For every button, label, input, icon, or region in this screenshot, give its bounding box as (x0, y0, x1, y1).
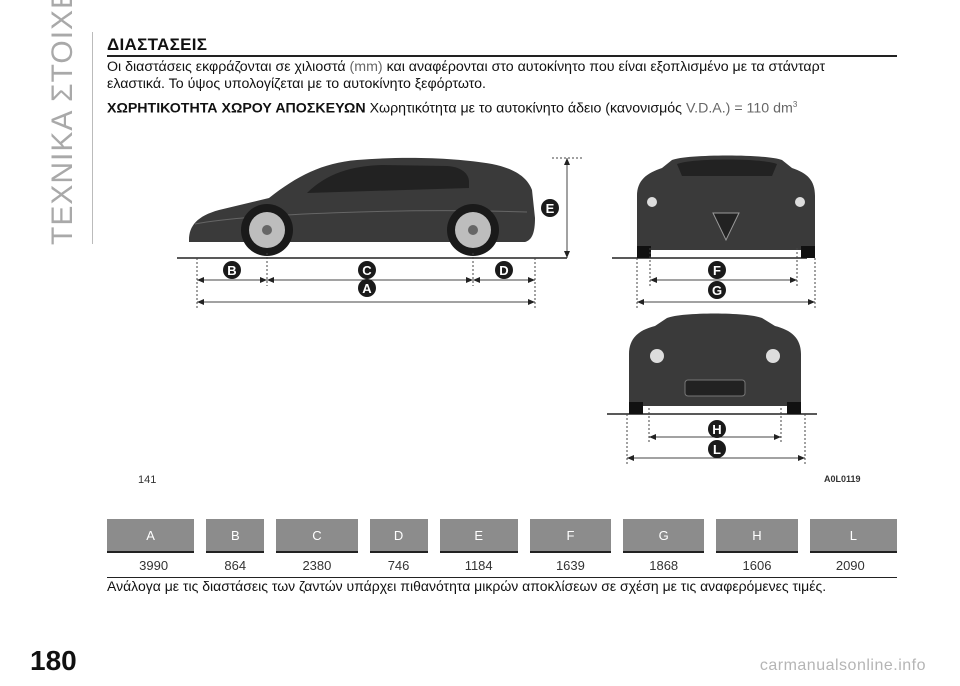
svg-text:F: F (713, 263, 721, 278)
footnote: Ανάλογα με τις διαστάσεις των ζαντών υπά… (107, 578, 827, 594)
col-header: C (264, 519, 370, 552)
col-header: H (704, 519, 810, 552)
table-cell: 864 (200, 551, 271, 578)
badge-L: L (708, 440, 726, 458)
badge-G: G (708, 281, 726, 299)
col-header: A (107, 519, 207, 552)
intro-text-1: Οι διαστάσεις εκφράζονται σε χιλιοστά (107, 59, 346, 75)
capacity-exponent: 3 (792, 100, 798, 109)
page-heading: ΔΙΑΣΤΑΣΕΙΣ (107, 35, 208, 54)
capacity-paragraph: ΧΩΡΗΤΙΚΟΤΗΤΑ ΧΩΡΟΥ ΑΠΟΣΚΕΥΩΝ Χωρητικότητ… (107, 96, 797, 118)
table-cell: 1868 (617, 551, 711, 578)
badge-B: B (223, 261, 241, 279)
dimensions-figure: A B C D E F G H L (177, 155, 817, 464)
table-cell: 1184 (433, 551, 524, 578)
badge-E: E (541, 199, 559, 217)
intro-unit: (mm) (349, 59, 383, 75)
badge-A: A (358, 279, 376, 297)
capacity-value: V.D.A.) = 110 dm (685, 100, 793, 117)
intro-line-2: ελαστικά. Το ύψος υπολογίζεται με το αυτ… (107, 76, 486, 92)
section-side-title: ΤΕΧΝΙΚΑ ΣΤΟΙΧΕΙΑ (46, 0, 79, 245)
table-cell: 1639 (523, 551, 618, 578)
intro-text-2: και αναφέρονται στο αυτοκίνητο που είναι… (386, 59, 826, 75)
col-header: L (797, 519, 897, 552)
col-header: B (194, 519, 277, 552)
side-divider (92, 32, 93, 244)
intro-paragraph: Οι διαστάσεις εκφράζονται σε χιλιοστά (m… (107, 59, 825, 76)
svg-text:C: C (362, 263, 372, 278)
figure-number: 141 (138, 474, 157, 486)
svg-text:L: L (713, 442, 721, 457)
table-cell: 2380 (270, 551, 364, 578)
car-rear-view (607, 313, 817, 415)
capacity-text: Χωρητικότητα με το αυτοκίνητο άδειο (καν… (369, 100, 683, 117)
page-number: 180 (30, 645, 77, 676)
svg-text:E: E (546, 201, 555, 216)
svg-text:A: A (362, 281, 372, 296)
table-cell: 2090 (803, 551, 897, 578)
table-cell: 746 (363, 551, 434, 578)
svg-text:H: H (712, 422, 721, 437)
figure-code: A0L0119 (824, 474, 861, 484)
table-cell: 3990 (107, 551, 201, 578)
col-header: G (611, 519, 717, 552)
svg-text:B: B (227, 263, 236, 278)
col-header: D (357, 519, 440, 552)
col-header: F (517, 519, 624, 552)
table-row: 3990 864 2380 746 1184 1639 1868 1606 20… (107, 551, 897, 578)
watermark: carmanualsonline.info (759, 657, 926, 674)
car-side-view (177, 157, 567, 259)
badge-H: H (708, 420, 726, 438)
heading-divider (107, 55, 897, 57)
dimensions-table: A B C D E F G H L 3990 864 2380 746 1184… (107, 519, 897, 578)
badge-C: C (358, 261, 376, 279)
capacity-label: ΧΩΡΗΤΙΚΟΤΗΤΑ ΧΩΡΟΥ ΑΠΟΣΚΕΥΩΝ (107, 100, 366, 117)
svg-text:G: G (712, 283, 722, 298)
badge-D: D (495, 261, 513, 279)
table-header-row: A B C D E F G H L (107, 519, 897, 552)
col-header: E (427, 519, 530, 552)
badge-F: F (708, 261, 726, 279)
svg-text:D: D (499, 263, 508, 278)
car-front-view (612, 155, 815, 259)
table-cell: 1606 (710, 551, 804, 578)
